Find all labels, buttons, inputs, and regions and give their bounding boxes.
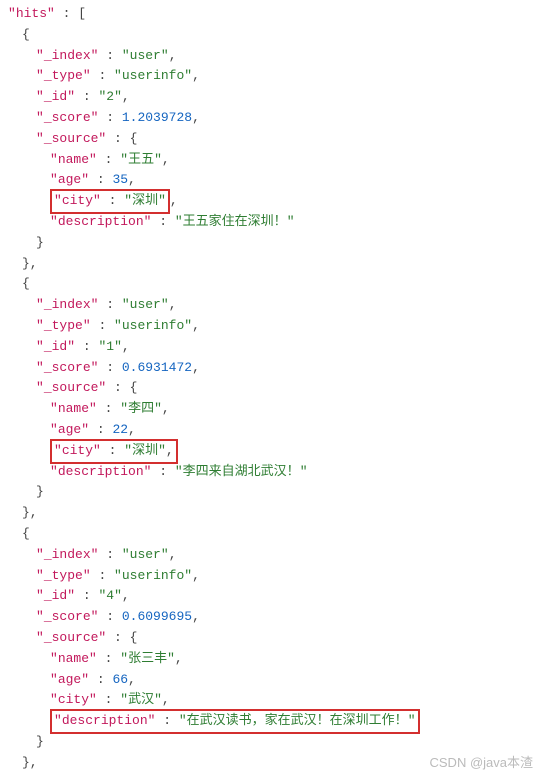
hits-open: "hits" : [ [8, 4, 537, 25]
age-line: "age" : 22, [8, 420, 537, 441]
city-line: "city" : "深圳", [8, 191, 537, 212]
type-line: "_type" : "userinfo", [8, 66, 537, 87]
json-viewer: "hits" : [ { "_index" : "user", "_type" … [8, 4, 537, 773]
hit-open: { [8, 274, 537, 295]
highlight-box: "description" : "在武汉读书，家在武汉！在深圳工作！" [50, 709, 420, 734]
type-line: "_type" : "userinfo", [8, 566, 537, 587]
score-line: "_score" : 1.2039728, [8, 108, 537, 129]
highlight-box: "city" : "深圳", [50, 439, 178, 464]
id-line: "_id" : "4", [8, 586, 537, 607]
watermark: CSDN @java本渣 [430, 753, 534, 774]
desc-line: "description" : "李四来自湖北武汉！" [8, 462, 537, 483]
name-line: "name" : "李四", [8, 399, 537, 420]
desc-line: "description" : "王五家住在深圳！" [8, 212, 537, 233]
age-line: "age" : 66, [8, 670, 537, 691]
hit-close: }, [8, 503, 537, 524]
desc-line: "description" : "在武汉读书，家在武汉！在深圳工作！" [8, 711, 537, 732]
name-line: "name" : "王五", [8, 150, 537, 171]
source-close: } [8, 732, 537, 753]
hit-close: }, [8, 254, 537, 275]
score-line: "_score" : 0.6099695, [8, 607, 537, 628]
city-line: "city" : "武汉", [8, 690, 537, 711]
index-line: "_index" : "user", [8, 46, 537, 67]
id-line: "_id" : "1", [8, 337, 537, 358]
source-close: } [8, 233, 537, 254]
index-line: "_index" : "user", [8, 545, 537, 566]
city-line: "city" : "深圳", [8, 441, 537, 462]
source-open: "_source" : { [8, 378, 537, 399]
type-line: "_type" : "userinfo", [8, 316, 537, 337]
highlight-box: "city" : "深圳" [50, 189, 170, 214]
hit-open: { [8, 524, 537, 545]
source-open: "_source" : { [8, 628, 537, 649]
index-line: "_index" : "user", [8, 295, 537, 316]
age-line: "age" : 35, [8, 170, 537, 191]
source-open: "_source" : { [8, 129, 537, 150]
source-close: } [8, 482, 537, 503]
hit-open: { [8, 25, 537, 46]
name-line: "name" : "张三丰", [8, 649, 537, 670]
id-line: "_id" : "2", [8, 87, 537, 108]
score-line: "_score" : 0.6931472, [8, 358, 537, 379]
